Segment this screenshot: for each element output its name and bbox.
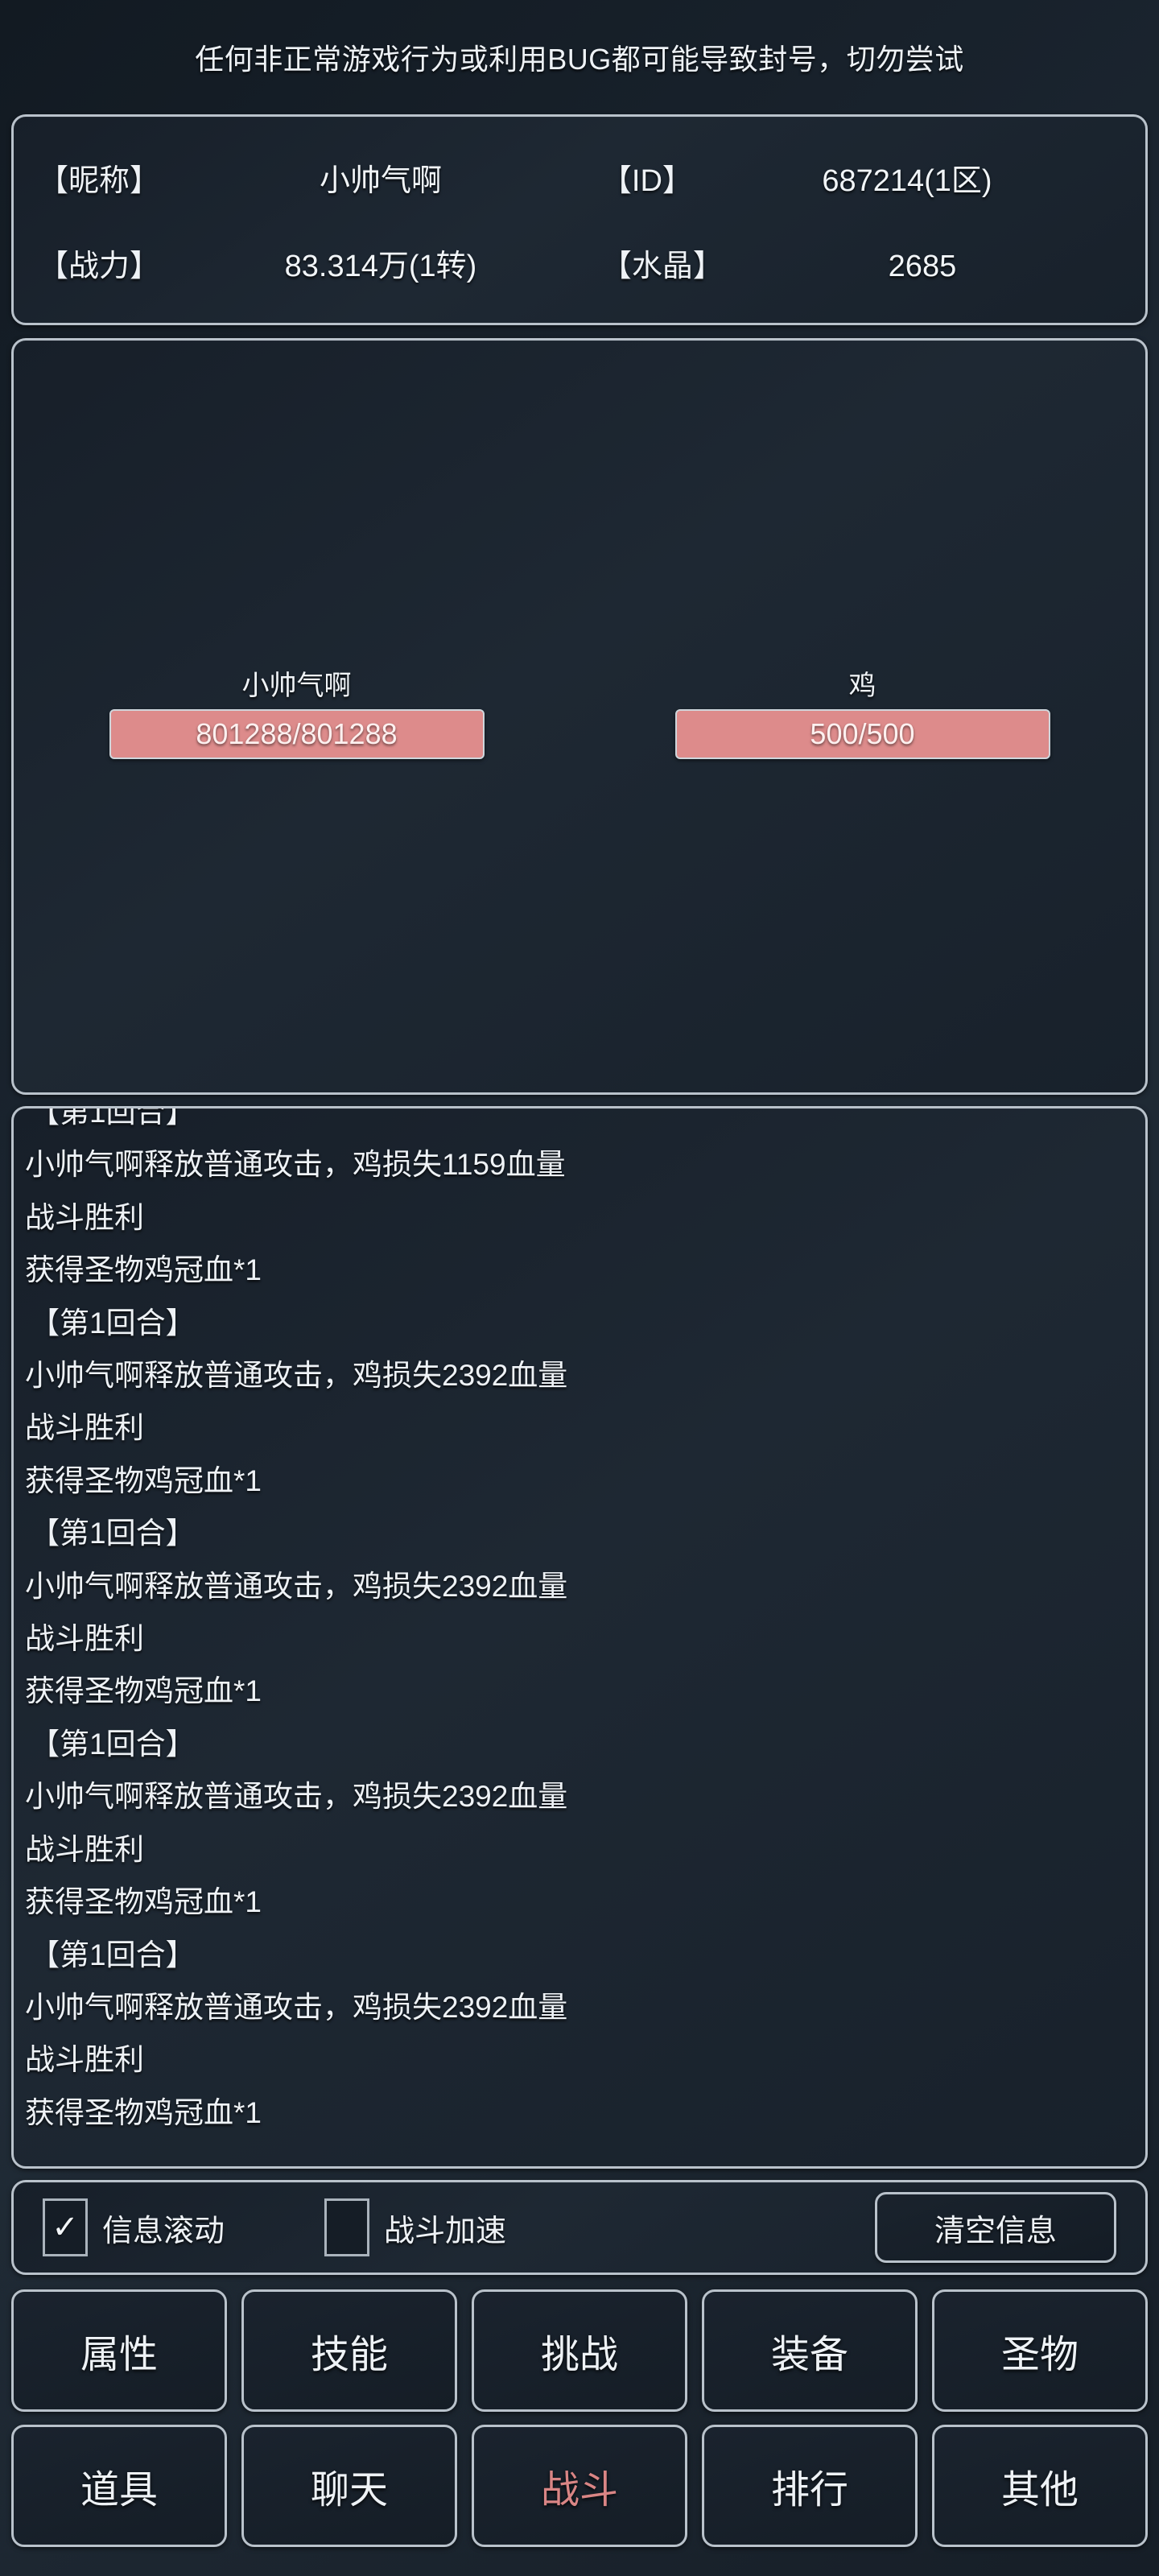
- power-cell: 【战力】 83.314万(1转): [38, 241, 601, 285]
- player-name: 小帅气啊: [241, 671, 352, 701]
- player-info-row-2: 【战力】 83.314万(1转) 【水晶】 2685: [38, 233, 1121, 291]
- combat-log-line: 小帅气啊释放普通攻击，鸡损失2392血量: [25, 1780, 568, 1814]
- check-icon: ✓: [52, 2210, 79, 2245]
- combat-log-line: 小帅气啊释放普通攻击，鸡损失2392血量: [25, 1990, 568, 2024]
- power-value: 83.314万(1转): [284, 249, 477, 283]
- combat-log-line: 获得圣物鸡冠血*1: [25, 1674, 262, 1708]
- crystal-value: 2685: [888, 249, 957, 283]
- combatant-enemy: 鸡 500/500: [580, 672, 1145, 759]
- id-cell: 【ID】 687214(1区): [601, 155, 1121, 200]
- player-info-row-1: 【昵称】 小帅气啊 【ID】 687214(1区): [38, 148, 1121, 206]
- combat-log-line: 战斗胜利: [25, 2043, 144, 2077]
- player-info-panel: 【昵称】 小帅气啊 【ID】 687214(1区) 【战力】 83.314万(1…: [11, 114, 1148, 325]
- nav-button-3[interactable]: 装备: [702, 2289, 918, 2412]
- nickname-cell: 【昵称】 小帅气啊: [38, 155, 601, 200]
- game-screen: 任何非正常游戏行为或利用BUG都可能导致封号，切勿尝试 【昵称】 小帅气啊 【I…: [0, 0, 1159, 2576]
- nickname-label: 【昵称】: [38, 163, 161, 198]
- combat-log-line: 获得圣物鸡冠血*1: [25, 2095, 262, 2129]
- combat-log-line: 小帅气啊释放普通攻击，鸡损失1159血量: [25, 1148, 566, 1182]
- crystal-cell: 【水晶】 2685: [601, 241, 1121, 285]
- nav-button-0[interactable]: 属性: [11, 2289, 227, 2412]
- scroll-messages-toggle[interactable]: ✓ 信息滚动: [43, 2198, 225, 2256]
- combat-log-list: 【第1回合】 小帅气啊释放普通攻击，鸡损失1159血量 战斗胜利 获得圣物鸡冠血*1 【…: [25, 1106, 1134, 2139]
- combat-log-line: 【第1回合】: [30, 1306, 196, 1340]
- enemy-hp-bar: 500/500: [674, 709, 1050, 759]
- battle-speedup-checkbox[interactable]: ✓: [324, 2198, 370, 2256]
- nav-button-6[interactable]: 聊天: [241, 2425, 457, 2547]
- nav-button-1[interactable]: 技能: [241, 2289, 457, 2412]
- bottom-nav: 属性 技能 挑战 装备 圣物道具 聊天 战斗 排行 其他: [11, 2289, 1148, 2547]
- enemy-hp-text: 500/500: [810, 717, 915, 750]
- combat-log-line: 小帅气啊释放普通攻击，鸡损失2392血量: [25, 1359, 568, 1393]
- combat-log-line: 【第1回合】: [30, 1106, 196, 1129]
- combat-log-line: 【第1回合】: [30, 1938, 196, 1971]
- nav-button-9[interactable]: 其他: [932, 2425, 1148, 2547]
- combat-log-line: 战斗胜利: [25, 1832, 144, 1866]
- combat-log-line: 战斗胜利: [25, 1622, 144, 1656]
- combatants-row: 小帅气啊 801288/801288 鸡 500/500: [14, 672, 1145, 759]
- combat-log-line: 战斗胜利: [25, 1411, 144, 1445]
- combat-log-line: 小帅气啊释放普通攻击，鸡损失2392血量: [25, 1569, 568, 1603]
- nav-button-5[interactable]: 道具: [11, 2425, 227, 2547]
- nav-button-2[interactable]: 挑战: [472, 2289, 687, 2412]
- battle-stage-panel: 小帅气啊 801288/801288 鸡 500/500: [11, 338, 1148, 1095]
- scroll-messages-checkbox[interactable]: ✓: [43, 2198, 88, 2256]
- id-value: 687214(1区): [822, 163, 992, 198]
- combat-log-line: 战斗胜利: [25, 1200, 144, 1234]
- warning-banner: 任何非正常游戏行为或利用BUG都可能导致封号，切勿尝试: [195, 43, 964, 76]
- crystal-label: 【水晶】: [600, 249, 724, 283]
- combat-log-line: 获得圣物鸡冠血*1: [25, 1253, 262, 1287]
- combat-log-panel[interactable]: 【第1回合】 小帅气啊释放普通攻击，鸡损失1159血量 战斗胜利 获得圣物鸡冠血*1 【…: [11, 1106, 1148, 2169]
- combat-log-line: 【第1回合】: [30, 1517, 196, 1550]
- clear-messages-button[interactable]: 清空信息: [875, 2192, 1116, 2263]
- scroll-messages-label: 信息滚动: [102, 2214, 225, 2248]
- power-label: 【战力】: [38, 249, 161, 283]
- battle-speedup-toggle[interactable]: ✓ 战斗加速: [324, 2198, 506, 2256]
- nav-button-7[interactable]: 战斗: [472, 2425, 687, 2547]
- combat-log-line: 获得圣物鸡冠血*1: [25, 1885, 262, 1919]
- id-label: 【ID】: [600, 163, 693, 198]
- player-hp-text: 801288/801288: [196, 717, 398, 750]
- options-panel: ✓ 信息滚动 ✓ 战斗加速 清空信息: [11, 2180, 1148, 2275]
- nickname-value: 小帅气啊: [319, 163, 442, 198]
- enemy-name: 鸡: [848, 671, 876, 701]
- player-hp-bar: 801288/801288: [109, 709, 485, 759]
- combat-log-line: 【第1回合】: [30, 1727, 196, 1761]
- nav-button-8[interactable]: 排行: [702, 2425, 918, 2547]
- combat-log-line: 获得圣物鸡冠血*1: [25, 1463, 262, 1497]
- nav-button-4[interactable]: 圣物: [932, 2289, 1148, 2412]
- battle-speedup-label: 战斗加速: [384, 2214, 507, 2248]
- combatant-player: 小帅气啊 801288/801288: [14, 672, 580, 759]
